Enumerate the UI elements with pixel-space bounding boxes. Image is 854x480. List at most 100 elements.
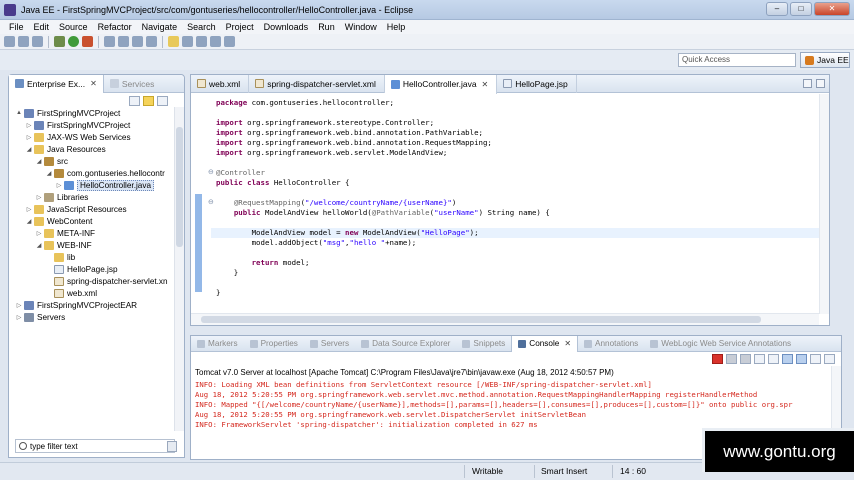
menu-refactor[interactable]: Refactor bbox=[93, 22, 137, 32]
close-tab-icon[interactable]: ✕ bbox=[90, 79, 97, 88]
fold-toggle-icon[interactable]: ⊖ bbox=[208, 168, 214, 176]
tab-data-source-explorer[interactable]: Data Source Explorer bbox=[355, 336, 456, 352]
run-icon[interactable] bbox=[68, 36, 79, 47]
tab-servers[interactable]: Servers bbox=[304, 336, 355, 352]
tree-item[interactable]: ◢ WEB-INF bbox=[35, 239, 92, 251]
menu-project[interactable]: Project bbox=[221, 22, 259, 32]
next-annotation-icon[interactable] bbox=[182, 36, 193, 47]
filter-input[interactable]: type filter text bbox=[15, 439, 175, 453]
tree-item[interactable]: ◢ Java Resources bbox=[25, 143, 106, 155]
menu-navigate[interactable]: Navigate bbox=[137, 22, 183, 32]
new-icon[interactable] bbox=[4, 36, 15, 47]
expand-toggle-icon[interactable]: ▷ bbox=[35, 230, 43, 237]
tree-item[interactable]: ▷ META-INF bbox=[35, 227, 95, 239]
terminate-icon[interactable] bbox=[712, 354, 723, 364]
tree-item[interactable]: ▷ JAX-WS Web Services bbox=[25, 131, 131, 143]
expand-toggle-icon[interactable]: ▷ bbox=[35, 194, 43, 201]
tree-item[interactable]: ◢ com.gontuseries.hellocontr bbox=[45, 167, 165, 179]
clear-filter-icon[interactable] bbox=[167, 441, 177, 452]
expand-toggle-icon[interactable]: ◢ bbox=[35, 242, 43, 249]
display-selected-console-icon[interactable] bbox=[810, 354, 821, 364]
tree-item[interactable]: ▷ FirstSpringMVCProject bbox=[25, 119, 130, 131]
scroll-thumb[interactable] bbox=[201, 316, 761, 323]
new-server-icon[interactable] bbox=[104, 36, 115, 47]
toggle-mark-icon[interactable] bbox=[168, 36, 179, 47]
expand-toggle-icon[interactable]: ▷ bbox=[25, 122, 33, 129]
open-type-icon[interactable] bbox=[132, 36, 143, 47]
tree-item[interactable]: spring-dispatcher-servlet.xn bbox=[45, 275, 168, 287]
code-text-area[interactable]: package com.gontuseries.hellocontroller;… bbox=[191, 94, 819, 314]
minimize-button[interactable]: – bbox=[766, 2, 788, 16]
link-with-editor-icon[interactable] bbox=[143, 96, 154, 106]
menu-file[interactable]: File bbox=[4, 22, 29, 32]
remove-launch-icon[interactable] bbox=[726, 354, 737, 364]
expand-toggle-icon[interactable]: ◢ bbox=[45, 170, 53, 177]
quick-access-input[interactable]: Quick Access bbox=[678, 53, 796, 67]
editor-vertical-scrollbar[interactable] bbox=[819, 94, 829, 314]
menu-edit[interactable]: Edit bbox=[29, 22, 55, 32]
show-console-on-output-icon[interactable] bbox=[782, 354, 793, 364]
tree-item[interactable]: ◢ src bbox=[35, 155, 68, 167]
tab-services[interactable]: Services bbox=[104, 75, 161, 93]
tab-properties[interactable]: Properties bbox=[244, 336, 304, 352]
open-console-icon[interactable] bbox=[824, 354, 835, 364]
minimize-editor-icon[interactable] bbox=[803, 79, 812, 88]
tree-item[interactable]: ◢ WebContent bbox=[25, 215, 92, 227]
expand-toggle-icon[interactable]: ◢ bbox=[25, 218, 33, 225]
tab-spring-dispatcher-servlet-xml[interactable]: spring-dispatcher-servlet.xml bbox=[249, 74, 385, 93]
collapse-all-icon[interactable] bbox=[129, 96, 140, 106]
expand-toggle-icon[interactable]: ▲ bbox=[15, 110, 23, 116]
menu-window[interactable]: Window bbox=[340, 22, 382, 32]
explorer-vertical-scrollbar[interactable] bbox=[174, 107, 184, 431]
editor-horizontal-scrollbar[interactable] bbox=[191, 313, 819, 325]
menu-search[interactable]: Search bbox=[182, 22, 221, 32]
close-tab-icon[interactable]: ✕ bbox=[482, 80, 489, 89]
scroll-thumb[interactable] bbox=[176, 127, 183, 247]
maximize-editor-icon[interactable] bbox=[816, 79, 825, 88]
tab-markers[interactable]: Markers bbox=[191, 336, 244, 352]
maximize-button[interactable]: □ bbox=[790, 2, 812, 16]
tree-item[interactable]: ▷ HelloController.java bbox=[55, 179, 154, 191]
expand-toggle-icon[interactable]: ▷ bbox=[15, 302, 23, 309]
expand-toggle-icon[interactable]: ◢ bbox=[25, 146, 33, 153]
tab-annotations[interactable]: Annotations bbox=[578, 336, 644, 352]
tree-item[interactable]: ▷ JavaScript Resources bbox=[25, 203, 127, 215]
tab-web-xml[interactable]: web.xml bbox=[191, 74, 250, 93]
close-button[interactable]: ✕ bbox=[814, 2, 850, 16]
menu-run[interactable]: Run bbox=[313, 22, 340, 32]
expand-toggle-icon[interactable]: ◢ bbox=[35, 158, 43, 165]
remove-all-launches-icon[interactable] bbox=[740, 354, 751, 364]
fold-toggle-icon[interactable]: ⊖ bbox=[208, 198, 214, 206]
tab-snippets[interactable]: Snippets bbox=[456, 336, 511, 352]
tab-console[interactable]: Console ✕ bbox=[511, 335, 579, 352]
expand-toggle-icon[interactable]: ▷ bbox=[25, 206, 33, 213]
expand-toggle-icon[interactable]: ▷ bbox=[55, 182, 63, 189]
tab-hellocontroller-java[interactable]: HelloController.java ✕ bbox=[384, 74, 498, 94]
pin-console-icon[interactable] bbox=[796, 354, 807, 364]
tab-enterprise-explorer[interactable]: Enterprise Ex... ✕ bbox=[9, 74, 104, 93]
tab-hellopage-jsp[interactable]: HelloPage.jsp bbox=[497, 74, 577, 93]
tree-item[interactable]: lib bbox=[45, 251, 75, 263]
view-menu-icon[interactable] bbox=[157, 96, 168, 106]
tree-item[interactable]: ▷ FirstSpringMVCProjectEAR bbox=[15, 299, 137, 311]
tree-item[interactable]: HelloPage.jsp bbox=[45, 263, 118, 275]
perspective-java-ee-button[interactable]: Java EE bbox=[800, 52, 850, 68]
forward-icon[interactable] bbox=[224, 36, 235, 47]
expand-toggle-icon[interactable]: ▷ bbox=[15, 314, 23, 321]
save-all-icon[interactable] bbox=[32, 36, 43, 47]
back-icon[interactable] bbox=[210, 36, 221, 47]
tab-weblogic-web-service-annotations[interactable]: WebLogic Web Service Annotations bbox=[644, 336, 797, 352]
menu-downloads[interactable]: Downloads bbox=[259, 22, 314, 32]
new-java-class-icon[interactable] bbox=[118, 36, 129, 47]
clear-console-icon[interactable] bbox=[754, 354, 765, 364]
scroll-lock-icon[interactable] bbox=[768, 354, 779, 364]
expand-toggle-icon[interactable]: ▷ bbox=[25, 134, 33, 141]
menu-source[interactable]: Source bbox=[54, 22, 93, 32]
tree-item[interactable]: web.xml bbox=[45, 287, 97, 299]
search-icon[interactable] bbox=[146, 36, 157, 47]
save-icon[interactable] bbox=[18, 36, 29, 47]
tree-item[interactable]: ▲ FirstSpringMVCProject bbox=[15, 107, 120, 119]
debug-icon[interactable] bbox=[54, 36, 65, 47]
close-tab-icon[interactable]: ✕ bbox=[564, 339, 571, 348]
previous-annotation-icon[interactable] bbox=[196, 36, 207, 47]
